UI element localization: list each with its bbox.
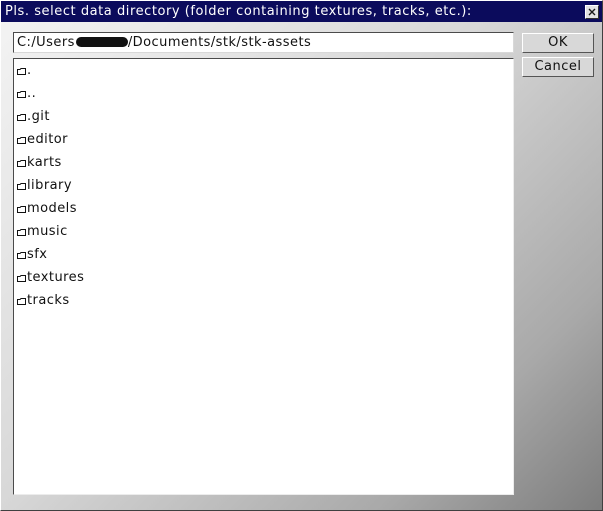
folder-icon <box>17 183 26 190</box>
title-bar[interactable]: Pls. select data directory (folder conta… <box>1 1 602 22</box>
list-item[interactable]: library <box>14 174 513 197</box>
list-item-label: .. <box>27 86 37 101</box>
list-item-label: textures <box>27 270 85 285</box>
list-item[interactable]: editor <box>14 128 513 151</box>
list-item[interactable]: karts <box>14 151 513 174</box>
list-item-label: .git <box>27 109 50 124</box>
close-button[interactable] <box>585 5 599 19</box>
directory-list[interactable]: . .. .git editor karts library models mu… <box>13 58 514 495</box>
path-suffix: /Documents/stk/stk-assets <box>127 35 312 50</box>
list-item[interactable]: sfx <box>14 243 513 266</box>
list-item-label: models <box>27 201 77 216</box>
folder-icon <box>17 229 26 236</box>
folder-icon <box>17 206 26 213</box>
redacted-username <box>75 37 128 47</box>
list-item-label: library <box>27 178 72 193</box>
path-input[interactable]: C:/Users/Documents/stk/stk-assets <box>13 32 514 53</box>
list-item[interactable]: . <box>14 59 513 82</box>
list-item-label: editor <box>27 132 68 147</box>
close-icon <box>588 8 596 16</box>
dialog-title: Pls. select data directory (folder conta… <box>5 4 472 19</box>
list-item-label: music <box>27 224 68 239</box>
list-item[interactable]: music <box>14 220 513 243</box>
folder-icon <box>17 252 26 259</box>
folder-icon <box>17 298 26 305</box>
list-item-label: karts <box>27 155 62 170</box>
file-dialog: Pls. select data directory (folder conta… <box>0 0 603 511</box>
path-prefix: C:/Users <box>17 35 75 50</box>
list-item[interactable]: textures <box>14 266 513 289</box>
folder-icon <box>17 137 26 144</box>
list-item-label: tracks <box>27 293 70 308</box>
ok-button[interactable]: OK <box>522 33 594 53</box>
list-item[interactable]: .. <box>14 82 513 105</box>
list-item[interactable]: tracks <box>14 289 513 312</box>
list-item[interactable]: .git <box>14 105 513 128</box>
list-item-label: . <box>27 63 32 78</box>
folder-icon <box>17 114 26 121</box>
folder-icon <box>17 160 26 167</box>
list-item-label: sfx <box>27 247 48 262</box>
list-item[interactable]: models <box>14 197 513 220</box>
cancel-button[interactable]: Cancel <box>522 57 594 77</box>
folder-icon <box>17 275 26 282</box>
folder-icon <box>17 91 26 98</box>
folder-icon <box>17 68 26 75</box>
